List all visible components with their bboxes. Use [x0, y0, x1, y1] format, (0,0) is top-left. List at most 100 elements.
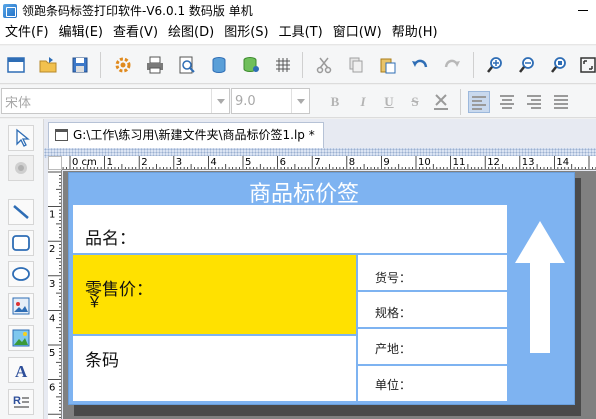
menu-tools[interactable]: 工具(T) [274, 21, 328, 45]
open-folder-icon[interactable] [38, 55, 58, 75]
unit-box[interactable]: 单位： [358, 366, 507, 401]
ruler-label: 9 [383, 157, 389, 168]
menu-file[interactable]: 文件(F) [0, 21, 54, 45]
arrow-up-icon[interactable] [513, 219, 567, 355]
picture-tool-icon[interactable] [8, 325, 34, 351]
ruler-label: 1 [49, 210, 55, 221]
text-tool-icon[interactable]: A [8, 357, 34, 383]
rich-text-tool-icon[interactable]: R [8, 389, 34, 415]
italic-button[interactable]: I [352, 91, 374, 113]
font-name-combo[interactable] [1, 88, 230, 114]
ruler-label: 11 [453, 157, 466, 168]
paste-icon[interactable] [378, 55, 398, 75]
print-preview-icon[interactable] [177, 55, 197, 75]
new-document-icon[interactable] [6, 55, 26, 75]
save-icon[interactable] [70, 55, 90, 75]
ellipse-tool-icon[interactable] [8, 261, 34, 287]
ruler-label: 13 [522, 157, 535, 168]
menu-shape[interactable]: 图形(S) [219, 21, 273, 45]
vertical-ruler: 1 2 3 4 5 6 [48, 170, 62, 419]
undo-icon[interactable] [410, 55, 430, 75]
menu-edit[interactable]: 编辑(E) [54, 21, 108, 45]
spec-box[interactable]: 规格： [358, 292, 507, 327]
menu-view[interactable]: 查看(V) [108, 21, 163, 45]
ruler-label: 4 [210, 157, 216, 168]
ruler-label: 12 [487, 157, 500, 168]
title-bar: 领跑条码标签打印软件-V6.0.1 数码版 单机 [0, 0, 596, 21]
document-tab-title: G:\工作\练习用\新建文件夹\商品标价签1.lp * [73, 128, 315, 142]
document-icon [55, 129, 68, 141]
ruler-label: 2 [141, 157, 147, 168]
currency-symbol[interactable]: ￥ [87, 291, 102, 312]
chevron-down-icon[interactable] [211, 89, 229, 113]
zoom-in-icon[interactable] [485, 55, 505, 75]
rotate-tool-icon[interactable] [8, 155, 34, 181]
ruler-label: 6 [49, 383, 55, 394]
database-settings-icon[interactable] [241, 55, 261, 75]
fullscreen-icon[interactable] [578, 55, 596, 75]
cut-icon[interactable] [314, 55, 334, 75]
strikethrough-button[interactable]: S [404, 91, 426, 113]
bold-button[interactable]: B [324, 91, 346, 113]
font-color-button[interactable] [430, 91, 452, 113]
ruler-label: 2 [49, 244, 55, 255]
unit-label[interactable]: 单位： [375, 376, 411, 393]
menu-help[interactable]: 帮助(H) [387, 21, 443, 45]
ruler-label: 3 [49, 279, 55, 290]
align-left-icon[interactable] [468, 91, 490, 113]
document-window: G:\工作\练习用\新建文件夹\商品标价签1.lp * 0 cm 1 2 3 4 5 6 7 8… [44, 119, 596, 419]
align-right-icon[interactable] [523, 91, 545, 113]
settings-gear-icon[interactable] [113, 55, 133, 75]
origin-label[interactable]: 产地： [375, 340, 411, 357]
origin-box[interactable]: 产地： [358, 329, 507, 364]
item-no-box[interactable]: 货号： [358, 255, 507, 290]
price-tag-label[interactable]: 商品标价签 品名： 零售价： ￥ 条码 货号： 规格： 产地： 单位： [68, 172, 575, 405]
ruler-label: 7 [314, 157, 320, 168]
zoom-fit-icon[interactable] [549, 55, 569, 75]
font-name-input[interactable] [2, 89, 229, 113]
print-icon[interactable] [145, 55, 165, 75]
ruler-label: 3 [176, 157, 182, 168]
ruler-label: 8 [349, 157, 355, 168]
name-box[interactable]: 品名： [73, 205, 507, 253]
font-size-combo[interactable] [231, 88, 310, 114]
underline-button[interactable]: U [378, 91, 400, 113]
select-pointer-icon[interactable] [8, 125, 34, 151]
ruler-label: 4 [49, 313, 55, 324]
item-no-label[interactable]: 货号： [375, 269, 411, 286]
rounded-rectangle-tool-icon[interactable] [8, 230, 34, 256]
app-logo-icon [3, 3, 17, 18]
price-box[interactable]: 零售价： ￥ [73, 255, 356, 334]
canvas-workspace[interactable]: 商品标价签 品名： 零售价： ￥ 条码 货号： 规格： 产地： 单位： [63, 171, 596, 419]
minimize-button[interactable] [568, 0, 596, 21]
line-tool-icon[interactable] [8, 199, 34, 225]
window-title: 领跑条码标签打印软件-V6.0.1 数码版 单机 [22, 4, 253, 18]
drawing-toolbox: A R [0, 119, 44, 419]
svg-text:A: A [15, 362, 28, 381]
format-toolbar: B I U S [0, 85, 596, 118]
spec-label[interactable]: 规格： [375, 304, 411, 321]
copy-icon[interactable] [346, 55, 366, 75]
ruler-label: 0 cm [72, 157, 97, 168]
barcode-field-label[interactable]: 条码 [85, 346, 119, 371]
redo-icon[interactable] [442, 55, 462, 75]
ruler-label: 10 [418, 157, 431, 168]
align-justify-icon[interactable] [550, 91, 572, 113]
align-center-icon[interactable] [496, 91, 518, 113]
image-tool-icon[interactable] [8, 293, 34, 319]
barcode-box[interactable]: 条码 [73, 336, 356, 401]
grid-icon[interactable] [273, 55, 293, 75]
chevron-down-icon[interactable] [291, 89, 309, 113]
menu-bar: 文件(F) 编辑(E) 查看(V) 绘图(D) 图形(S) 工具(T) 窗口(W… [0, 21, 596, 45]
database-icon[interactable] [209, 55, 229, 75]
ruler-label: 5 [245, 157, 251, 168]
ruler-label: 14 [556, 157, 569, 168]
ruler-label: 6 [280, 157, 286, 168]
zoom-out-icon[interactable] [517, 55, 537, 75]
menu-draw[interactable]: 绘图(D) [163, 21, 219, 45]
name-field-label[interactable]: 品名： [85, 224, 136, 249]
menu-window[interactable]: 窗口(W) [328, 21, 387, 45]
document-tab[interactable]: G:\工作\练习用\新建文件夹\商品标价签1.lp * [48, 122, 324, 148]
ruler-corner [48, 156, 62, 170]
ruler-label: 1 [107, 157, 113, 168]
